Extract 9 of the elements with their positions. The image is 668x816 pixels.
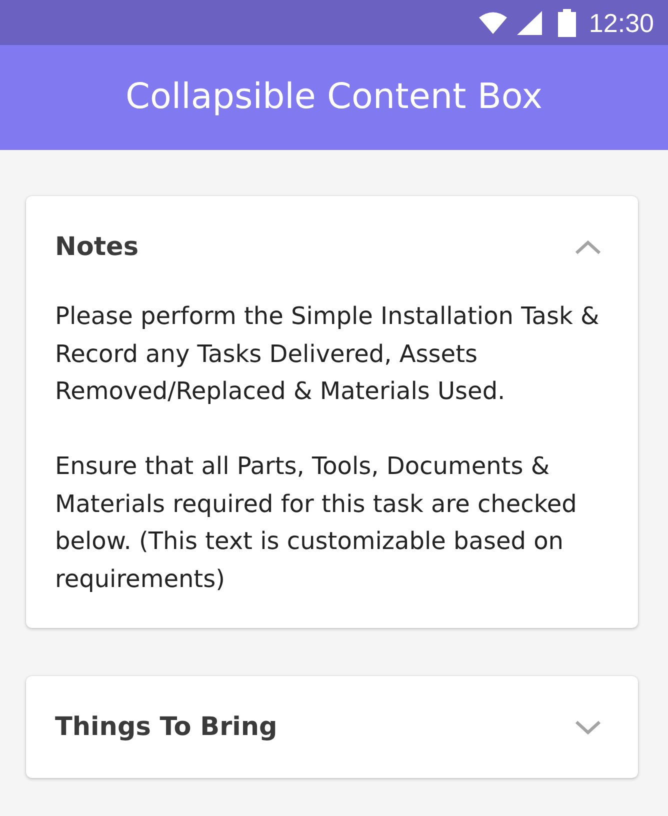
section-header[interactable]: Notes xyxy=(26,196,638,298)
body-text: Ensure that all Parts, Tools, Documents & Materials required for this task are checked below. (This text is customizable based on requirements) xyxy=(55,451,578,594)
wifi-icon xyxy=(478,12,507,34)
status-time: 12:30 xyxy=(588,8,654,38)
battery-icon xyxy=(558,8,576,36)
app-title: Collapsible Content Box xyxy=(126,76,542,118)
signal-icon xyxy=(516,10,542,34)
body-text: Please perform the Simple Installation Task & Record any Tasks Delivered, Assets Removed/Replaced & Materials Used. xyxy=(55,301,600,407)
section-header[interactable]: Things To Bring xyxy=(26,676,638,778)
